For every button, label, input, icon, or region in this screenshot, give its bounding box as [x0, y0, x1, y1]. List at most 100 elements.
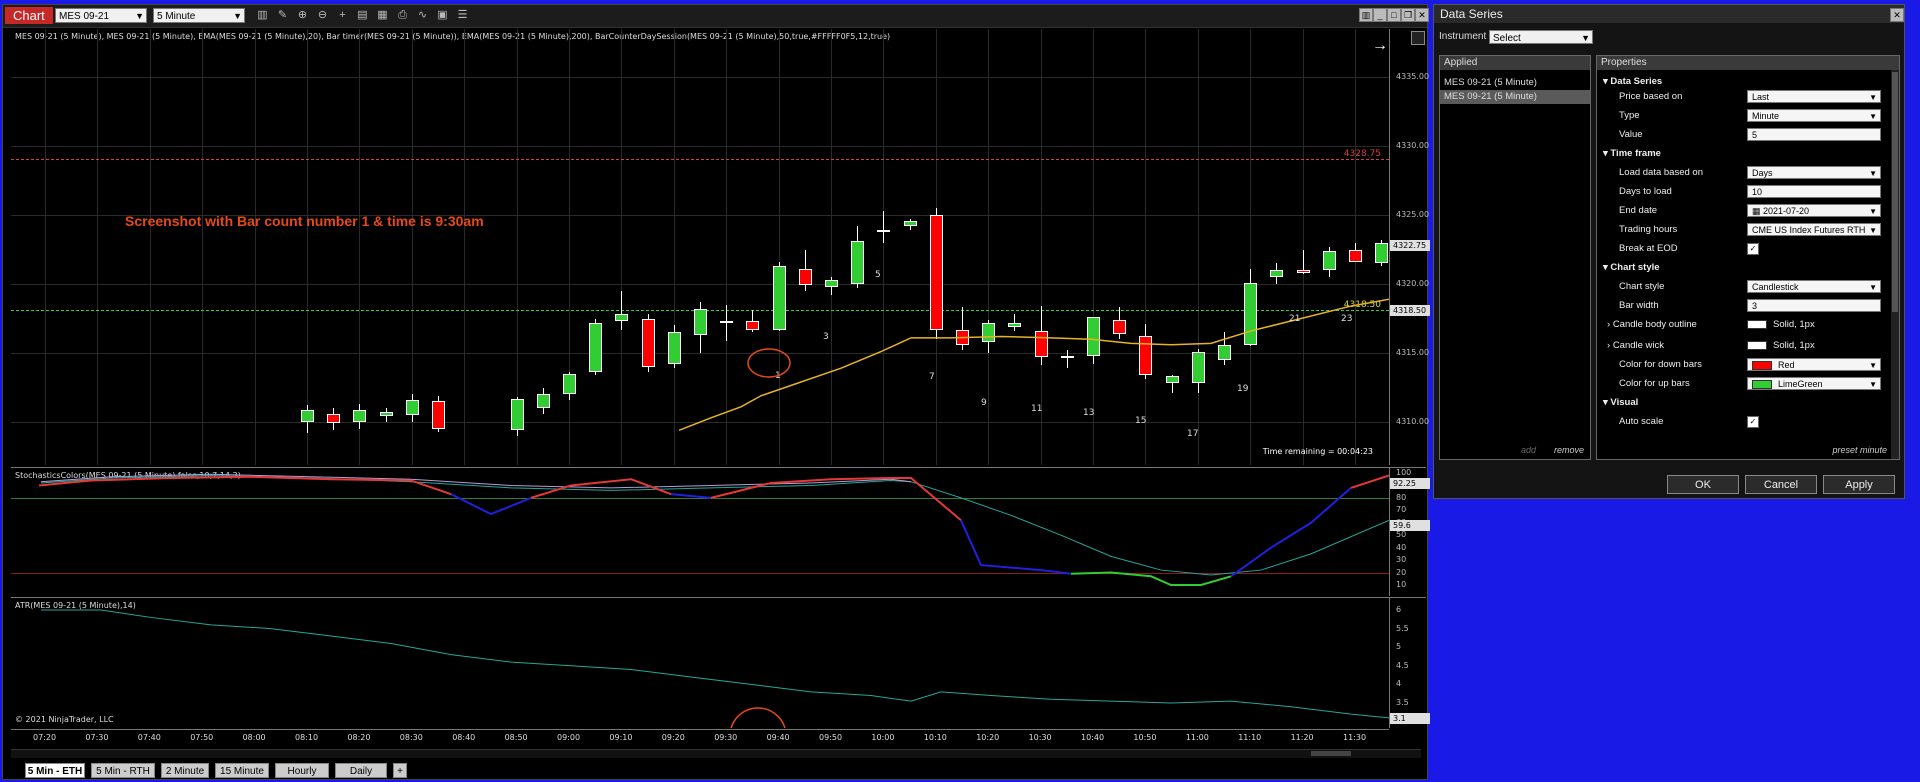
- minimize-icon[interactable]: _: [1373, 8, 1387, 22]
- color-up-value: LimeGreen: [1778, 379, 1823, 389]
- crosshair-icon[interactable]: +: [335, 8, 350, 23]
- apply-button[interactable]: Apply: [1823, 475, 1895, 494]
- snapshot-icon[interactable]: ⎙: [395, 8, 410, 23]
- section-chart-style[interactable]: ▾ Chart style: [1603, 260, 1660, 275]
- trading-hours-value: CME US Index Futures RTH: [1752, 225, 1866, 235]
- add-tab-button[interactable]: +: [393, 763, 407, 778]
- zoom-out-icon[interactable]: ⊖: [315, 8, 330, 23]
- bar-width-input[interactable]: 3: [1747, 299, 1881, 312]
- instrument-label: Instrument: [1439, 31, 1487, 42]
- chart-tab-3[interactable]: 15 Minute: [215, 763, 269, 778]
- instrument-select[interactable]: Select ▼: [1489, 30, 1593, 44]
- load-data-based-on-label: Load data based on: [1619, 167, 1703, 178]
- add-link[interactable]: add: [1521, 445, 1536, 455]
- chart-style-select[interactable]: Candlestick ▼: [1747, 280, 1881, 293]
- ok-button[interactable]: OK: [1667, 475, 1739, 494]
- interval-selector[interactable]: 5 Minute ▼: [153, 8, 245, 23]
- candle-wick-row[interactable]: › Candle wick: [1607, 338, 1664, 353]
- bars-type-icon[interactable]: ▥: [255, 8, 270, 23]
- remove-link[interactable]: remove: [1554, 445, 1584, 455]
- properties-icon[interactable]: ▤: [355, 8, 370, 23]
- time-axis-label: 10:20: [976, 733, 1000, 742]
- indicators-icon[interactable]: ∿: [415, 8, 430, 23]
- stoch-line-blue: [1230, 487, 1352, 578]
- days-to-load-input[interactable]: 10: [1747, 185, 1881, 198]
- price-tick: 4330.00: [1396, 141, 1430, 150]
- draw-pencil-icon[interactable]: ✎: [275, 8, 290, 23]
- atr-panel[interactable]: ATR(MES 09-21 (5 Minute),14) © 2021 Ninj…: [11, 597, 1389, 728]
- price-axis[interactable]: 4335.00 4330.00 4325.00 4320.00 4315.00 4310.…: [1389, 29, 1430, 465]
- atr-axis[interactable]: 6 5.5 5 4.5 4 3.5 3.1: [1389, 597, 1430, 728]
- break-at-eod-checkbox[interactable]: ✓: [1747, 243, 1759, 255]
- chart-style-label: Chart style: [1619, 281, 1665, 292]
- chart-tab-0[interactable]: 5 Min - ETH: [25, 763, 85, 778]
- load-data-based-on-select[interactable]: Days ▼: [1747, 166, 1881, 179]
- data-series-icon[interactable]: ☰: [455, 8, 470, 23]
- cancel-button[interactable]: Cancel: [1745, 475, 1817, 494]
- price-panel[interactable]: MES 09-21 (5 Minute), MES 09-21 (5 Minut…: [11, 29, 1389, 465]
- horizontal-scrollbar[interactable]: [11, 749, 1421, 758]
- stoch-line-blue: [450, 493, 532, 516]
- candle-body-outline-row[interactable]: › Candle body outline: [1607, 317, 1697, 332]
- color-down-select[interactable]: Red ▼: [1747, 358, 1881, 371]
- stochastics-panel[interactable]: StochasticsColors(MES 09-21 (5 Minute),f…: [11, 467, 1389, 596]
- tile-icon[interactable]: ▥: [1359, 8, 1373, 22]
- panel-options-icon[interactable]: [1411, 31, 1425, 45]
- section-chart-style-label: Chart style: [1610, 262, 1660, 273]
- auto-scale-checkbox[interactable]: ✓: [1747, 416, 1759, 428]
- templates-icon[interactable]: ▦: [375, 8, 390, 23]
- time-axis-label: 10:10: [923, 733, 947, 742]
- applied-item[interactable]: MES 09-21 (5 Minute): [1440, 76, 1590, 90]
- trading-hours-select[interactable]: CME US Index Futures RTH ▼: [1747, 223, 1881, 236]
- time-axis[interactable]: 07:20 07:30 07:40 07:50 08:00 08:10 08:20 08:30…: [11, 729, 1389, 748]
- load-data-based-on-value: Days: [1752, 168, 1773, 178]
- price-based-on-select[interactable]: Last ▼: [1747, 90, 1881, 103]
- stochastics-tag: 92.25: [1390, 478, 1430, 489]
- stochastics-tick: 30: [1396, 555, 1407, 565]
- scrollbar-thumb[interactable]: [1311, 751, 1351, 756]
- chart-tab-1[interactable]: 5 Min - RTH: [91, 763, 155, 778]
- applied-item-selected[interactable]: MES 09-21 (5 Minute): [1440, 90, 1590, 104]
- last-price-tag: 4322.75: [1390, 240, 1430, 251]
- instrument-selector[interactable]: MES 09-21 ▼: [55, 8, 147, 23]
- price-tick: 4310.00: [1396, 417, 1430, 426]
- section-visual[interactable]: ▾ Visual: [1603, 395, 1638, 410]
- bar-count-number: 15: [1135, 416, 1147, 426]
- price-tick: 4325.00: [1396, 210, 1430, 219]
- color-up-select[interactable]: LimeGreen ▼: [1747, 377, 1881, 390]
- chevron-down-icon: ▼: [135, 11, 144, 21]
- zoom-in-icon[interactable]: ⊕: [295, 8, 310, 23]
- end-date-picker[interactable]: ▦ 2021-07-20 ▼: [1747, 204, 1881, 217]
- chevron-down-icon: ▼: [1869, 380, 1877, 389]
- restore-icon[interactable]: ❐: [1401, 8, 1415, 22]
- chart-tab-4[interactable]: Hourly: [275, 763, 329, 778]
- green-line-tag: 4318.50: [1390, 305, 1430, 316]
- close-icon[interactable]: ✕: [1890, 8, 1904, 22]
- bar-count-number: 11: [1031, 404, 1043, 414]
- stochastics-axis[interactable]: 100908070605040302010 92.25 59.6: [1389, 467, 1430, 596]
- chevron-down-icon: ▼: [1869, 361, 1877, 370]
- type-select[interactable]: Minute ▼: [1747, 109, 1881, 122]
- red-swatch: [1752, 361, 1772, 370]
- candle-body-outline-value-row: Solid, 1px: [1747, 317, 1815, 332]
- strategies-icon[interactable]: ▣: [435, 8, 450, 23]
- atr-tick: 4: [1396, 679, 1402, 689]
- close-icon[interactable]: ✕: [1415, 8, 1429, 22]
- preset-link[interactable]: preset minute: [1832, 445, 1887, 455]
- chart-tab-5[interactable]: Daily: [335, 763, 387, 778]
- value-input[interactable]: 5: [1747, 128, 1881, 141]
- section-time-frame[interactable]: ▾ Time frame: [1603, 146, 1661, 161]
- time-axis-label: 08:00: [242, 733, 266, 742]
- section-data-series[interactable]: ▾ Data Series: [1603, 74, 1662, 89]
- chart-tab-2[interactable]: 2 Minute: [161, 763, 209, 778]
- chart-tab[interactable]: Chart: [5, 7, 53, 24]
- section-time-frame-label: Time frame: [1610, 148, 1661, 159]
- maximize-icon[interactable]: □: [1387, 8, 1401, 22]
- time-axis-label: 09:10: [609, 733, 633, 742]
- bar-count-number: 1: [775, 371, 781, 381]
- chart-style-value: Candlestick: [1752, 282, 1799, 292]
- time-axis-label: 09:30: [714, 733, 738, 742]
- section-visual-label: Visual: [1610, 397, 1639, 408]
- chevron-down-icon: ▼: [1869, 207, 1877, 216]
- color-down-label: Color for down bars: [1619, 359, 1702, 370]
